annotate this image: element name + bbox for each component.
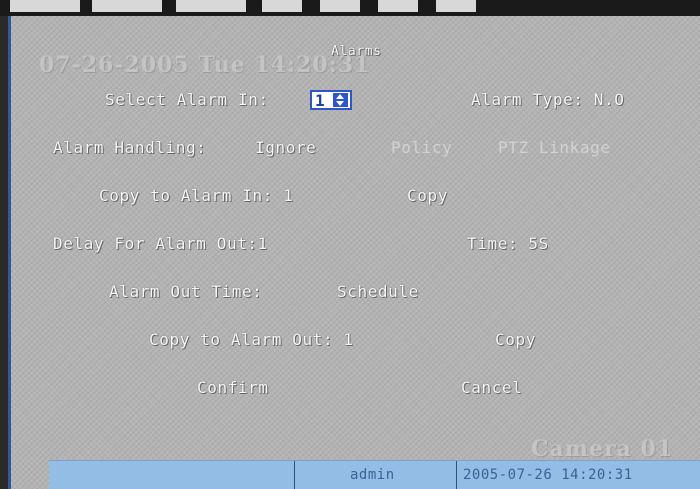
alarm-in-selector[interactable]: 1 (310, 90, 352, 110)
overlay-datetime: 07-26-2005 Tue 14:20:31 (39, 52, 371, 78)
top-dash (176, 0, 246, 12)
ptz-linkage-button[interactable]: PTZ Linkage (498, 138, 611, 157)
select-alarm-in-label: Select Alarm In: (105, 90, 269, 109)
delay-for-alarm-out[interactable]: Delay For Alarm Out:1 (53, 234, 268, 253)
top-dash (378, 0, 418, 12)
alarm-out-time-label: Alarm Out Time: (109, 282, 263, 301)
status-segment-user: admin (295, 461, 457, 489)
alarm-out-time-value[interactable]: Time: 5S (467, 234, 549, 253)
confirm-button[interactable]: Confirm (197, 378, 269, 397)
copy-alarm-out-button[interactable]: Copy (495, 330, 536, 349)
status-datetime: 2005-07-26 14:20:31 (463, 467, 633, 483)
alarm-handling-label: Alarm Handling: (53, 138, 207, 157)
copy-to-alarm-in[interactable]: Copy to Alarm In: 1 (99, 186, 293, 205)
top-dash (320, 0, 360, 12)
current-user: admin (350, 467, 395, 483)
arrow-up-icon (336, 94, 344, 99)
schedule-button[interactable]: Schedule (337, 282, 419, 301)
alarm-type: Alarm Type: N.O (471, 90, 625, 109)
cancel-button[interactable]: Cancel (461, 378, 522, 397)
top-bar (0, 0, 700, 16)
top-dash (262, 0, 302, 12)
copy-alarm-in-button[interactable]: Copy (407, 186, 448, 205)
top-dash (436, 0, 476, 12)
top-dash (92, 0, 162, 12)
top-dash (10, 0, 80, 12)
status-segment-datetime: 2005-07-26 14:20:31 (457, 461, 700, 489)
copy-to-alarm-out[interactable]: Copy to Alarm Out: 1 (149, 330, 354, 349)
alarm-in-value: 1 (315, 91, 325, 110)
alarm-handling-value[interactable]: Ignore (255, 138, 316, 157)
video-screen: 07-26-2005 Tue 14:20:31 Alarms Select Al… (8, 16, 700, 489)
status-bar: admin 2005-07-26 14:20:31 (49, 460, 700, 489)
overlay-camera-name: Camera 01 (531, 436, 674, 462)
spinner-icon[interactable] (333, 93, 348, 107)
arrow-down-icon (336, 101, 344, 106)
dialog-title: Alarms (331, 44, 382, 59)
policy-button[interactable]: Policy (391, 138, 452, 157)
status-segment-empty (49, 461, 295, 489)
